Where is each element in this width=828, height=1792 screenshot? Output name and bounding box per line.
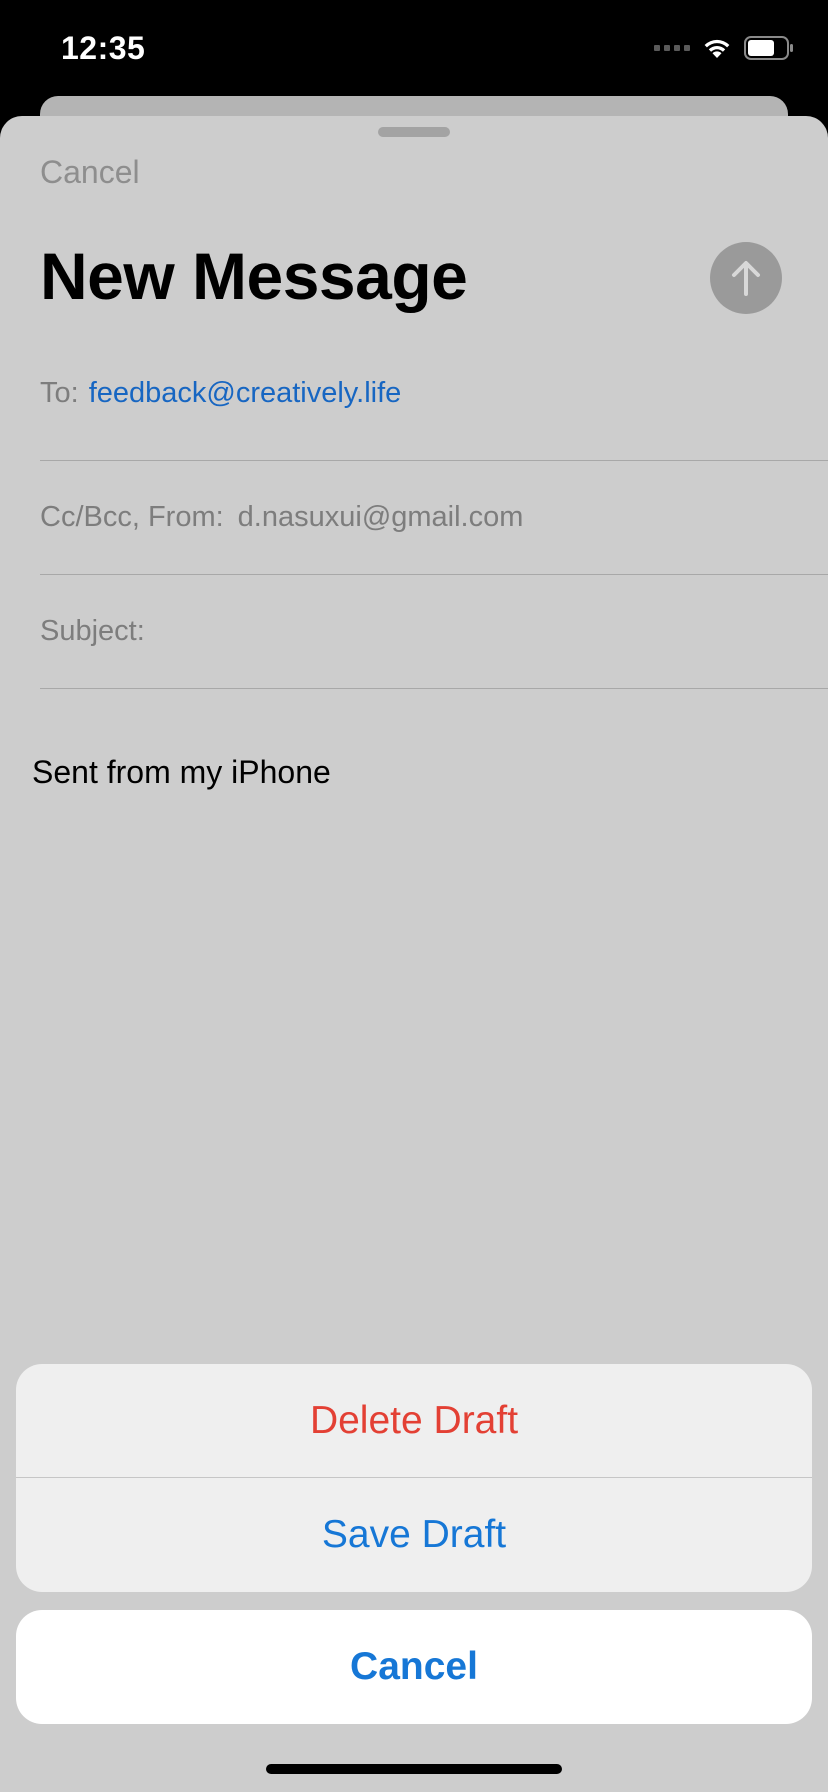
delete-draft-button[interactable]: Delete Draft bbox=[16, 1364, 812, 1478]
to-label: To: bbox=[40, 377, 79, 409]
action-sheet: Delete Draft Save Draft bbox=[16, 1364, 812, 1592]
signal-icon bbox=[654, 45, 690, 51]
action-sheet-cancel-button[interactable]: Cancel bbox=[16, 1610, 812, 1724]
page-title: New Message bbox=[40, 239, 468, 313]
subject-label: Subject: bbox=[40, 615, 145, 647]
to-recipient[interactable]: feedback@creatively.life bbox=[89, 377, 402, 410]
sheet-grabber[interactable] bbox=[378, 127, 450, 137]
battery-icon bbox=[744, 36, 794, 60]
arrow-up-icon bbox=[732, 261, 760, 296]
save-draft-button[interactable]: Save Draft bbox=[16, 1478, 812, 1592]
status-icons bbox=[654, 36, 794, 60]
subject-field[interactable]: Subject: bbox=[40, 575, 828, 689]
compose-cancel-button[interactable]: Cancel bbox=[40, 154, 140, 191]
home-indicator[interactable] bbox=[266, 1764, 562, 1774]
wifi-icon bbox=[702, 36, 732, 60]
cc-bcc-from-label: Cc/Bcc, From: bbox=[40, 501, 224, 533]
from-address[interactable]: d.nasuxui@gmail.com bbox=[238, 501, 524, 534]
status-time: 12:35 bbox=[61, 30, 146, 66]
send-button[interactable] bbox=[710, 242, 782, 314]
cc-bcc-from-field[interactable]: Cc/Bcc, From: d.nasuxui@gmail.com bbox=[40, 461, 828, 575]
status-bar: 12:35 bbox=[0, 0, 828, 100]
to-field[interactable]: To: feedback@creatively.life bbox=[40, 347, 828, 461]
message-body[interactable]: Sent from my iPhone bbox=[32, 754, 331, 791]
